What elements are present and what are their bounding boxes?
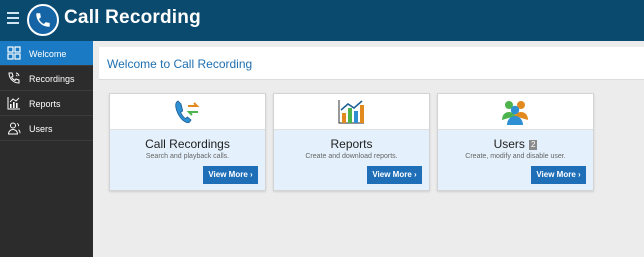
sidebar-item-users[interactable]: Users xyxy=(0,116,93,141)
sidebar-item-label: Welcome xyxy=(29,49,67,59)
page-header: Welcome to Call Recording xyxy=(99,47,644,80)
view-more-button[interactable]: View More › xyxy=(531,166,586,184)
sidebar-item-label: Recordings xyxy=(29,74,75,84)
grid-icon xyxy=(7,46,21,60)
card-header xyxy=(110,94,265,130)
sidebar-item-recordings[interactable]: Recordings xyxy=(0,66,93,91)
card-call-recordings: Call Recordings Search and playback call… xyxy=(109,93,266,191)
sidebar-item-label: Users xyxy=(29,124,53,134)
hamburger-menu-icon[interactable] xyxy=(7,12,19,25)
view-more-button[interactable]: View More › xyxy=(203,166,258,184)
card-users: Users 2 Create, modify and disable user. … xyxy=(437,93,594,191)
users-icon xyxy=(7,122,21,135)
card-title: Call Recordings xyxy=(145,137,230,151)
view-more-button[interactable]: View More › xyxy=(367,166,422,184)
user-group-icon xyxy=(502,101,528,125)
sidebar-item-welcome[interactable]: Welcome xyxy=(0,41,93,66)
phone-wave-icon xyxy=(8,72,20,84)
app-title: Call Recording xyxy=(64,7,201,28)
card-description: Create and download reports. xyxy=(305,153,398,160)
count-badge: 2 xyxy=(528,140,538,150)
phone-logo-icon xyxy=(27,4,59,36)
main-content: Welcome to Call Recording Call Recording… xyxy=(99,47,644,257)
top-bar: Call Recording xyxy=(0,0,644,41)
card-description: Create, modify and disable user. xyxy=(465,153,566,160)
card-header xyxy=(274,94,429,130)
bar-chart-icon xyxy=(338,100,364,124)
card-description: Search and playback calls. xyxy=(145,153,230,160)
card-title: Reports xyxy=(330,137,373,151)
sidebar-item-label: Reports xyxy=(29,99,61,109)
sidebar: Welcome Recordings Reports Users xyxy=(0,41,93,257)
card-reports: Reports Create and download reports. Vie… xyxy=(273,93,430,191)
card-title-text: Users xyxy=(493,137,525,151)
phone-arrows-icon xyxy=(175,100,200,124)
card-title: Users 2 xyxy=(438,137,593,151)
page-title: Welcome to Call Recording xyxy=(107,57,253,71)
sidebar-item-reports[interactable]: Reports xyxy=(0,91,93,116)
card-header xyxy=(438,94,593,130)
chart-icon xyxy=(7,97,20,110)
